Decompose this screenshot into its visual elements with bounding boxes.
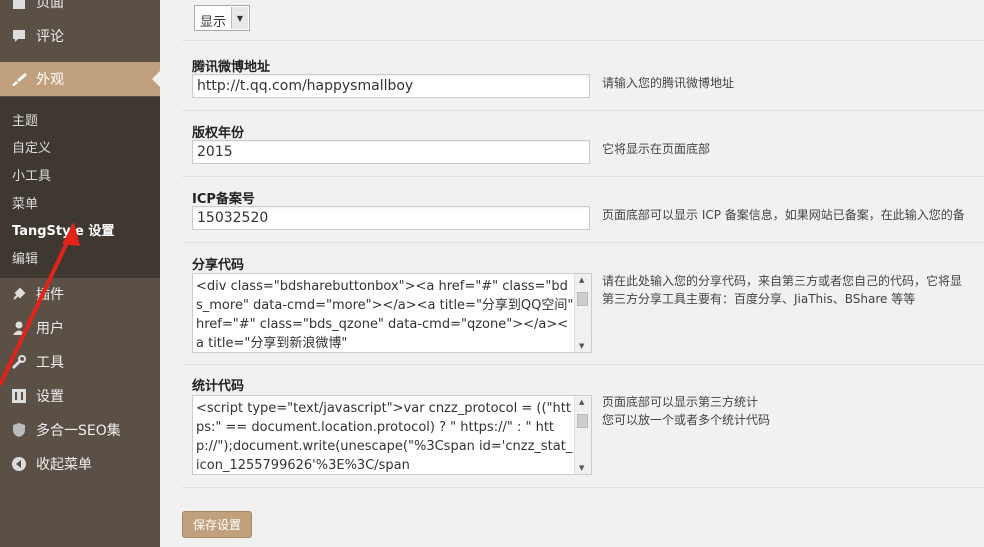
sidebar-item-label: 评论	[36, 29, 64, 45]
weibo-label: 腾讯微博地址	[192, 60, 271, 75]
sidebar-item-pages[interactable]: 页面	[0, 0, 160, 19]
chevron-down-icon: ▼	[231, 7, 248, 29]
divider	[182, 176, 984, 177]
sidebar-item-users[interactable]: 用户	[0, 311, 160, 345]
divider	[182, 364, 984, 365]
share-code-description: 请在此处输入您的分享代码，来自第三方或者您自己的代码，它将显	[602, 274, 963, 288]
sidebar-item-label: 多合一SEO集	[36, 423, 121, 439]
divider	[182, 242, 984, 243]
comment-icon	[10, 27, 28, 45]
sidebar-item-label: 外观	[36, 72, 64, 88]
settings-form: 显示 ▼ 腾讯微博地址 http://t.qq.com/happysmallbo…	[160, 0, 984, 547]
submenu-item-themes[interactable]: 主题	[12, 110, 38, 129]
collapse-icon	[10, 455, 28, 473]
share-code-label: 分享代码	[192, 258, 245, 273]
scroll-up-icon: ▲	[579, 276, 585, 284]
stats-code-textarea[interactable]: <script type="text/javascript">var cnzz_…	[192, 395, 592, 475]
copyright-input[interactable]: 2015	[192, 140, 590, 164]
icp-input[interactable]: 15032520	[192, 206, 590, 230]
submenu-item-widgets[interactable]: 小工具	[12, 165, 51, 184]
scroll-down-icon: ▼	[579, 464, 585, 472]
weibo-input[interactable]: http://t.qq.com/happysmallboy	[192, 74, 590, 98]
plugin-icon	[10, 285, 28, 303]
sidebar-item-label: 页面	[36, 0, 64, 11]
sidebar-item-comments[interactable]: 评论	[0, 19, 160, 53]
scroll-thumb[interactable]	[577, 414, 588, 428]
collapse-menu-button[interactable]: 收起菜单	[0, 447, 160, 481]
sidebar-item-appearance[interactable]: 外观	[0, 62, 160, 96]
submenu-item-customize[interactable]: 自定义	[12, 137, 51, 156]
brush-icon	[10, 70, 28, 88]
icp-label: ICP备案号	[192, 192, 255, 207]
icp-description: 页面底部可以显示 ICP 备案信息，如果网站已备案，在此输入您的备	[602, 208, 965, 222]
stats-code-text: <script type="text/javascript">var cnzz_…	[196, 401, 573, 473]
display-select-value: 显示	[200, 15, 227, 30]
save-settings-button[interactable]: 保存设置	[182, 511, 252, 538]
submenu-item-tangstyle-settings[interactable]: TangStyle 设置	[12, 220, 114, 239]
sidebar-item-seo[interactable]: 多合一SEO集	[0, 413, 160, 447]
settings-icon	[10, 387, 28, 405]
share-code-description-2: 第三方分享工具主要有：百度分享、JiaThis、BShare 等等	[602, 292, 916, 306]
scroll-thumb[interactable]	[577, 292, 588, 306]
user-icon	[10, 319, 28, 337]
divider	[182, 110, 984, 111]
wrench-icon	[10, 353, 28, 371]
sidebar-item-label: 插件	[36, 287, 64, 303]
share-code-textarea[interactable]: <div class="bdsharebuttonbox"><a href="#…	[192, 273, 592, 353]
divider	[182, 40, 984, 41]
stats-code-label: 统计代码	[192, 379, 245, 394]
scroll-up-icon: ▲	[579, 398, 585, 406]
textarea-scrollbar[interactable]: ▲ ▼	[574, 396, 591, 474]
display-select[interactable]: 显示 ▼	[194, 5, 250, 31]
admin-sidebar: 页面 评论 外观 主题 自定义 小工具 菜单 TangStyle 设置 编辑 插…	[0, 0, 160, 547]
submenu-item-editor[interactable]: 编辑	[12, 248, 38, 267]
textarea-scrollbar[interactable]: ▲ ▼	[574, 274, 591, 352]
sidebar-item-tools[interactable]: 工具	[0, 345, 160, 379]
submenu-item-menus[interactable]: 菜单	[12, 193, 38, 212]
sidebar-item-label: 工具	[36, 355, 64, 371]
sidebar-item-label: 收起菜单	[36, 457, 92, 473]
sidebar-item-label: 用户	[36, 321, 64, 337]
divider	[182, 487, 984, 488]
copyright-label: 版权年份	[192, 126, 245, 141]
weibo-description: 请输入您的腾讯微博地址	[602, 76, 735, 90]
share-code-text: <div class="bdsharebuttonbox"><a href="#…	[196, 279, 574, 351]
stats-code-description: 页面底部可以显示第三方统计	[602, 395, 759, 409]
page-icon	[10, 0, 28, 11]
sidebar-item-plugins[interactable]: 插件	[0, 277, 160, 311]
shield-icon	[10, 421, 28, 439]
sidebar-item-label: 设置	[36, 389, 64, 405]
stats-code-description-2: 您可以放一个或者多个统计代码	[602, 413, 771, 427]
appearance-submenu: 主题 自定义 小工具 菜单 TangStyle 设置 编辑	[0, 97, 160, 278]
scroll-down-icon: ▼	[579, 342, 585, 350]
sidebar-item-settings[interactable]: 设置	[0, 379, 160, 413]
copyright-description: 它将显示在页面底部	[602, 142, 711, 156]
